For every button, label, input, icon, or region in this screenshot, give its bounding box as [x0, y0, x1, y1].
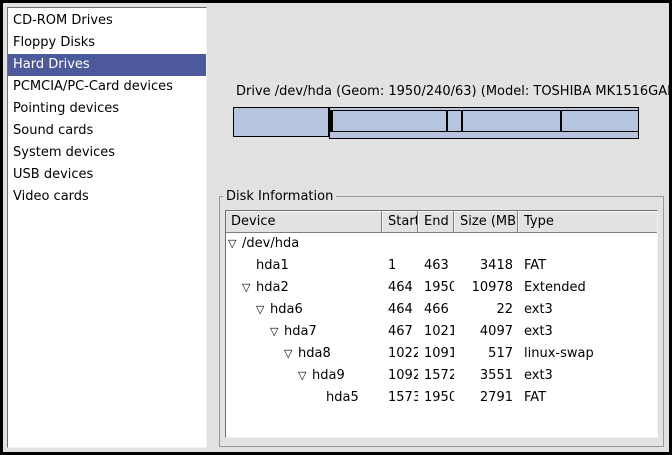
main-panel: Drive /dev/hda (Geom: 1950/240/63) (Mode… [216, 3, 664, 447]
sidebar-item-sound-cards[interactable]: Sound cards [8, 120, 206, 142]
disk-information-frame: Disk Information DeviceStartEndSize (MB)… [219, 196, 664, 447]
hardware-browser-window: CD-ROM DrivesFloppy DisksHard DrivesPCMC… [0, 0, 672, 455]
disk-information-frame-label: Disk Information [223, 189, 336, 205]
device-name: hda6 [270, 299, 303, 321]
sidebar-item-pcmcia-pc-card-devices[interactable]: PCMCIA/PC-Card devices [8, 76, 206, 98]
table-row-hda9[interactable]: ▽hda9109215723551ext3 [226, 365, 657, 387]
partition-segment-hda7 [332, 110, 447, 132]
sidebar-item-cd-rom-drives[interactable]: CD-ROM Drives [8, 10, 206, 32]
device-name: hda2 [256, 277, 289, 299]
device-name: /dev/hda [242, 233, 299, 255]
end-cell: 1091 [418, 343, 454, 365]
table-header-row: DeviceStartEndSize (MB)Type [226, 211, 657, 233]
partition-segment-hda8 [447, 110, 461, 132]
size-cell: 4097 [454, 321, 518, 343]
partition-segment-hda9 [462, 110, 561, 132]
type-cell [518, 233, 657, 255]
logical-partitions-row [330, 110, 638, 132]
expander-open-icon[interactable]: ▽ [284, 343, 298, 365]
table-row-hda2[interactable]: ▽hda2464195010978Extended [226, 277, 657, 299]
device-cell: ▽hda7 [226, 321, 382, 343]
start-cell [382, 233, 418, 255]
expander-open-icon[interactable]: ▽ [228, 233, 242, 255]
size-cell: 3551 [454, 365, 518, 387]
partition-segment-hda5 [561, 110, 639, 132]
device-name: hda5 [326, 387, 359, 409]
device-name: hda7 [284, 321, 317, 343]
device-name: hda1 [256, 255, 289, 277]
table-row-hda7[interactable]: ▽hda746710214097ext3 [226, 321, 657, 343]
end-cell: 463 [418, 255, 454, 277]
table-row-hda8[interactable]: ▽hda810221091517linux-swap [226, 343, 657, 365]
expander-open-icon[interactable]: ▽ [242, 277, 256, 299]
device-cell: ▽/dev/hda [226, 233, 382, 255]
type-cell: FAT [518, 255, 657, 277]
type-cell: ext3 [518, 299, 657, 321]
column-header-type[interactable]: Type [518, 211, 657, 232]
device-cell: ▽hda9 [226, 365, 382, 387]
sidebar-item-usb-devices[interactable]: USB devices [8, 164, 206, 186]
column-header-device[interactable]: Device [226, 211, 382, 232]
column-header-size-mb[interactable]: Size (MB) [454, 211, 518, 232]
sidebar-item-video-cards[interactable]: Video cards [8, 186, 206, 208]
disk-information-table: DeviceStartEndSize (MB)Type ▽/dev/hdahda… [225, 210, 658, 438]
type-cell: linux-swap [518, 343, 657, 365]
size-cell: 10978 [454, 277, 518, 299]
sidebar-item-pointing-devices[interactable]: Pointing devices [8, 98, 206, 120]
device-name: hda8 [298, 343, 331, 365]
table-row-dev-hda[interactable]: ▽/dev/hda [226, 233, 657, 255]
table-row-hda6[interactable]: ▽hda646446622ext3 [226, 299, 657, 321]
table-row-hda1[interactable]: hda1 14633418FAT [226, 255, 657, 277]
device-cell: ▽hda2 [226, 277, 382, 299]
expander-open-icon[interactable]: ▽ [298, 365, 312, 387]
size-cell: 2791 [454, 387, 518, 409]
start-cell: 1573 [382, 387, 418, 409]
sidebar-item-system-devices[interactable]: System devices [8, 142, 206, 164]
partition-bar [233, 107, 639, 139]
end-cell: 466 [418, 299, 454, 321]
device-cell: hda5 [226, 387, 382, 409]
type-cell: Extended [518, 277, 657, 299]
end-cell: 1021 [418, 321, 454, 343]
column-header-end[interactable]: End [418, 211, 454, 232]
table-body: ▽/dev/hdahda114633418FAT▽hda246419501097… [226, 233, 657, 437]
start-cell: 464 [382, 299, 418, 321]
size-cell: 517 [454, 343, 518, 365]
end-cell: 1572 [418, 365, 454, 387]
table-row-hda5[interactable]: hda5 157319502791FAT [226, 387, 657, 409]
start-cell: 1 [382, 255, 418, 277]
device-category-list: CD-ROM DrivesFloppy DisksHard DrivesPCMC… [7, 7, 207, 448]
end-cell: 1950 [418, 387, 454, 409]
start-cell: 1022 [382, 343, 418, 365]
type-cell: ext3 [518, 365, 657, 387]
type-cell: FAT [518, 387, 657, 409]
expander-open-icon[interactable]: ▽ [256, 299, 270, 321]
start-cell: 1092 [382, 365, 418, 387]
partition-segment-hda2 [329, 107, 639, 139]
device-cell: hda1 [226, 255, 382, 277]
start-cell: 464 [382, 277, 418, 299]
device-cell: ▽hda8 [226, 343, 382, 365]
column-header-start[interactable]: Start [382, 211, 418, 232]
start-cell: 467 [382, 321, 418, 343]
type-cell: ext3 [518, 321, 657, 343]
size-cell: 22 [454, 299, 518, 321]
size-cell [454, 233, 518, 255]
device-cell: ▽hda6 [226, 299, 382, 321]
size-cell: 3418 [454, 255, 518, 277]
end-cell: 1950 [418, 277, 454, 299]
end-cell [418, 233, 454, 255]
drive-label: Drive /dev/hda (Geom: 1950/240/63) (Mode… [233, 84, 639, 100]
device-name: hda9 [312, 365, 345, 387]
expander-open-icon[interactable]: ▽ [270, 321, 284, 343]
partition-segment-hda1 [233, 107, 329, 137]
sidebar-item-hard-drives[interactable]: Hard Drives [8, 54, 206, 76]
drive-section: Drive /dev/hda (Geom: 1950/240/63) (Mode… [233, 84, 639, 139]
sidebar-item-floppy-disks[interactable]: Floppy Disks [8, 32, 206, 54]
